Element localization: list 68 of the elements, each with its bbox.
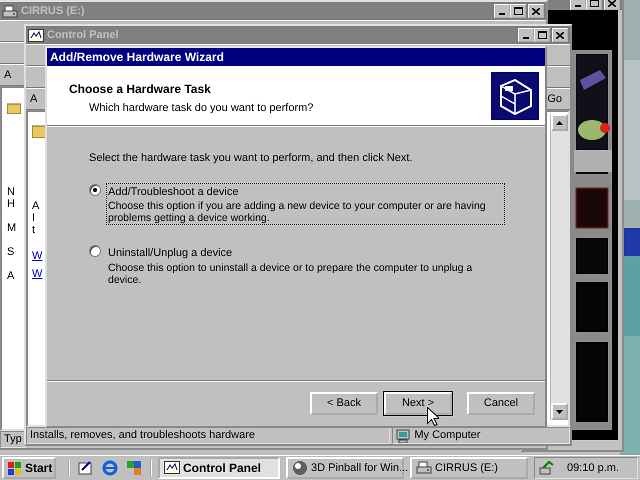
text-fragment: A (32, 200, 40, 212)
control-panel-icon (164, 460, 180, 476)
go-button[interactable]: Go (547, 90, 562, 108)
window-title: CIRRUS (E:) (21, 4, 85, 19)
option-label[interactable]: Add/Troubleshoot a device (108, 184, 503, 200)
option-label[interactable]: Uninstall/Unplug a device (108, 245, 503, 262)
drive-icon (416, 460, 432, 476)
link[interactable]: W (32, 268, 42, 280)
minimize-button[interactable] (494, 4, 510, 18)
address-label: A (30, 92, 38, 107)
minimize-button[interactable] (570, 0, 586, 10)
scroll-up-button[interactable] (551, 114, 568, 131)
start-button[interactable]: Start (2, 457, 56, 479)
text-fragment: H (7, 198, 15, 210)
wizard-heading: Choose a Hardware Task (69, 81, 212, 98)
text-fragment: t (32, 224, 36, 236)
scrollbar[interactable] (550, 114, 568, 420)
hardware-icon (491, 72, 539, 120)
text-fragment: M (7, 222, 16, 234)
minimize-icon (499, 13, 505, 15)
address-label: A (4, 68, 12, 83)
option-description: Choose this option if you are adding a new device to your computer or are having problems getting a device working. (108, 200, 487, 224)
taskbar-button[interactable]: CIRRUS (E:) (410, 457, 528, 479)
dialog-title: Add/Remove Hardware Wizard (50, 49, 224, 66)
maximize-button[interactable] (586, 0, 602, 10)
channels-icon[interactable] (126, 460, 142, 476)
browser-icon[interactable] (102, 460, 118, 476)
control-panel-icon (28, 28, 44, 42)
radio-button[interactable] (89, 184, 101, 196)
scroll-down-button[interactable] (551, 403, 568, 420)
minimize-icon (575, 5, 581, 7)
close-icon (608, 0, 616, 6)
maximize-button[interactable] (510, 4, 526, 18)
text-fragment: I (32, 212, 36, 224)
pinball-icon (292, 460, 308, 476)
status-zone-text: My Computer (414, 428, 480, 443)
radio-button[interactable] (89, 245, 101, 257)
cancel-button[interactable]: Cancel (467, 392, 535, 415)
maximize-icon (538, 31, 546, 39)
maximize-icon (590, 0, 598, 7)
link[interactable]: W (32, 250, 42, 262)
minimize-button[interactable] (518, 28, 534, 42)
up-arrow-icon (556, 120, 563, 124)
maximize-button[interactable] (534, 28, 550, 42)
drive-icon (2, 4, 18, 18)
down-arrow-icon (556, 410, 563, 414)
text-fragment: A (7, 270, 14, 282)
close-icon (556, 32, 564, 38)
next-button[interactable]: Next > (384, 392, 452, 415)
instruction-text: Select the hardware task you want to perform, and then click Next. (89, 151, 414, 166)
back-button[interactable]: < Back (310, 392, 378, 415)
taskbar-button[interactable]: Control Panel (158, 457, 280, 479)
minimize-icon (523, 37, 529, 39)
network-icon[interactable] (539, 460, 555, 476)
clock-text: 09:10 p.m. (567, 460, 619, 476)
maximize-icon (514, 7, 522, 15)
close-button[interactable] (552, 28, 568, 42)
text-fragment: S (7, 246, 14, 258)
window-title: Control Panel (47, 28, 119, 43)
wizard-subheading: Which hardware task do you want to perform? (89, 101, 314, 116)
option-description: Choose this option to uninstall a device or to prepare the computer to unplug a device. (108, 262, 474, 286)
desktop-icon[interactable] (78, 460, 94, 476)
cursor-icon (427, 407, 439, 426)
text-fragment: N (7, 186, 15, 198)
close-icon (532, 8, 540, 14)
windows-logo-icon (8, 462, 22, 474)
close-button[interactable] (528, 4, 544, 18)
close-button[interactable] (604, 0, 620, 10)
